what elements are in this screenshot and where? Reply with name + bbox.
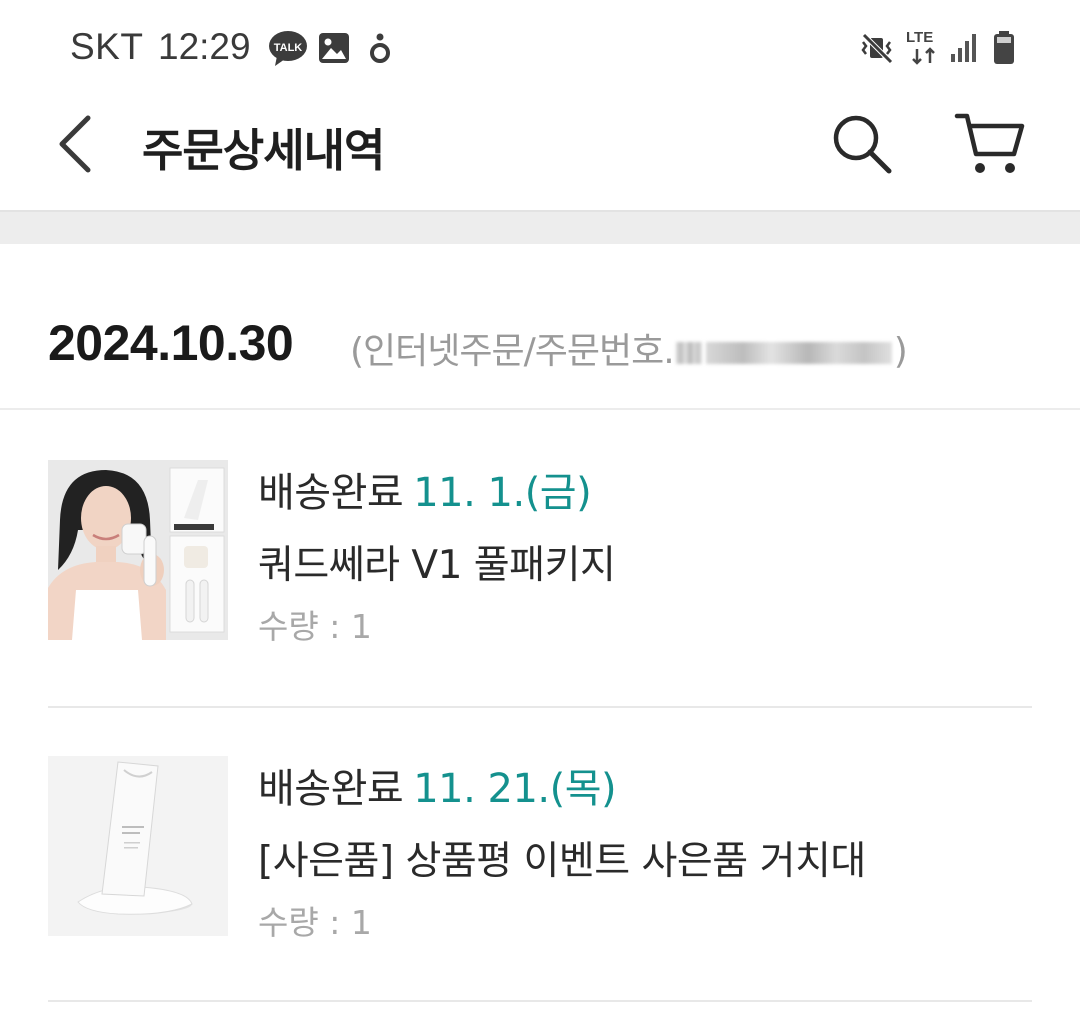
redacted-order-number [675,342,702,364]
product-name[interactable]: 쿼드쎄라 V1 풀패키지 [258,534,616,590]
quantity-label: 수량 : 1 [258,607,372,646]
delivery-date: 11. 21.(목) [413,766,617,812]
delivery-date: 11. 1.(금) [413,470,592,516]
order-item[interactable]: 배송완료 11. 21.(목) [사은품] 상품평 이벤트 사은품 거치대 수량 … [48,756,1032,942]
product-name[interactable]: [사은품] 상품평 이벤트 사은품 거치대 [258,830,866,886]
delivery-status-label: 배송완료 [258,766,404,812]
product-image[interactable] [48,460,228,640]
cart-icon [954,113,1025,173]
order-meta: (인터넷주문/주문번호.) [350,322,908,374]
delivery-status-label: 배송완료 [258,470,404,516]
page-title: 주문상세내역 [142,124,385,177]
lte-label: LTE [906,29,934,46]
back-button[interactable] [40,106,110,182]
order-header: 2024.10.30 (인터넷주문/주문번호.) [0,244,1080,410]
delivery-status: 배송완료 11. 1.(금) [258,460,592,518]
clock: 12:29 [158,26,251,67]
cart-button[interactable] [948,104,1032,184]
quantity-label: 수량 : 1 [258,903,372,942]
delivery-status: 배송완료 11. 21.(목) [258,756,617,814]
chevron-left-icon [59,115,91,173]
app-notification-icon [368,32,392,68]
divider [48,1000,1032,1002]
battery-icon [992,30,1016,70]
gallery-icon [318,32,350,68]
order-item[interactable]: 배송완료 11. 1.(금) 쿼드쎄라 V1 풀패키지 수량 : 1 [48,460,1032,646]
order-date: 2024.10.30 [48,315,294,371]
search-icon [833,115,892,174]
order-meta-prefix: (인터넷주문/주문번호. [350,331,675,372]
talk-badge-text: TALK [274,42,303,54]
data-arrows-icon [910,47,938,69]
redacted-order-number [705,342,892,364]
product-image[interactable] [48,756,228,936]
vibrate-mute-icon [860,32,894,68]
status-bar: SKT 12:29 TALK LTE [0,0,1080,100]
search-button[interactable] [822,104,902,184]
carrier-label: SKT [70,26,144,67]
order-meta-suffix: ) [893,331,908,372]
divider [48,706,1032,708]
kakaotalk-icon: TALK [268,30,308,72]
signal-icon [950,32,980,68]
section-separator [0,210,1080,244]
app-header: 주문상세내역 [0,100,1080,210]
